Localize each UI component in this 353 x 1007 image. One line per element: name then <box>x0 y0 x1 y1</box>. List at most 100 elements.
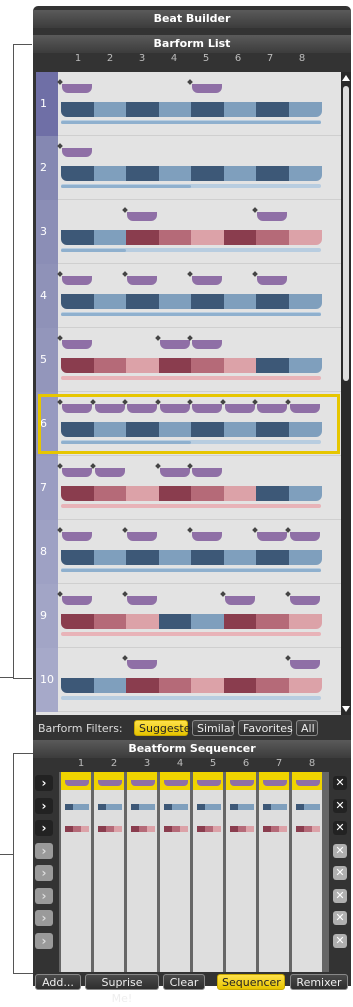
add-button[interactable]: Add... <box>35 974 81 990</box>
sequencer-column[interactable] <box>61 772 91 972</box>
barform-row[interactable] <box>36 72 344 136</box>
column-number: 8 <box>308 758 316 769</box>
barform-row[interactable] <box>36 456 344 520</box>
bar-cell <box>158 358 192 373</box>
bar-cell <box>126 358 159 373</box>
close-icon[interactable]: ✕ <box>333 911 347 925</box>
sequencer-column[interactable] <box>127 772 157 972</box>
bar-cell <box>158 166 192 181</box>
barform-scrollbar[interactable] <box>341 72 351 715</box>
chevron-right-icon[interactable]: › <box>35 775 53 791</box>
filter-similar-button[interactable]: Similar <box>192 720 235 736</box>
sequencer-grid[interactable]: › ✕ › ✕ › ✕ › ✕ › ✕ › ✕ › ✕ › ✕ <box>33 772 351 972</box>
beat-marker <box>192 532 222 541</box>
mini-bar-cell <box>230 803 238 810</box>
clear-button[interactable]: Clear <box>163 974 205 990</box>
column-number: 4 <box>170 53 178 64</box>
bar-cell <box>93 230 127 245</box>
mini-bar-cell <box>246 803 254 810</box>
barform-row[interactable] <box>36 648 344 712</box>
barform-row[interactable] <box>36 264 344 328</box>
mini-bar-cell <box>180 803 188 810</box>
beat-marker <box>62 340 92 349</box>
bar-cell <box>288 486 322 501</box>
remixer-mode-button[interactable]: Remixer <box>290 974 348 990</box>
barform-row[interactable] <box>36 584 344 648</box>
barform-row[interactable] <box>36 328 344 392</box>
bar-cell <box>256 486 289 501</box>
bar-cell <box>158 294 192 309</box>
close-icon[interactable]: ✕ <box>333 933 347 948</box>
close-icon[interactable]: ✕ <box>333 866 347 880</box>
surprise-me-button[interactable]: Suprise Me! <box>85 974 159 1005</box>
bar-cell <box>61 102 94 117</box>
filter-suggested-button[interactable]: Suggested <box>134 720 197 736</box>
mini-bar-cell <box>304 826 312 832</box>
close-icon[interactable]: ✕ <box>333 798 347 813</box>
barform-column-header: 1 2 3 4 5 6 7 8 <box>33 53 351 65</box>
column-number: 3 <box>143 758 151 769</box>
row-divider <box>58 711 344 712</box>
bar-cell <box>288 550 322 565</box>
bar-strip-highlight <box>61 185 191 188</box>
chevron-right-icon[interactable]: › <box>35 865 53 881</box>
bar-cell <box>191 166 224 181</box>
chevron-right-icon[interactable]: › <box>35 797 53 814</box>
bar-cell <box>191 230 224 245</box>
bar-cell <box>158 230 192 245</box>
chevron-right-icon[interactable]: › <box>35 932 53 949</box>
scroll-up-icon[interactable] <box>342 75 350 81</box>
mini-bar-cell <box>296 826 304 832</box>
close-icon[interactable]: ✕ <box>333 776 347 790</box>
chevron-right-icon[interactable]: › <box>35 842 53 859</box>
chevron-right-icon[interactable]: › <box>35 910 53 926</box>
beat-marker <box>192 84 222 93</box>
sequencer-column[interactable] <box>259 772 289 972</box>
sequencer-column[interactable] <box>160 772 190 972</box>
mini-bar-cell <box>106 803 114 810</box>
scroll-thumb[interactable] <box>343 86 349 381</box>
mini-bar-cell <box>213 826 221 832</box>
beat-marker <box>159 468 190 477</box>
mini-bar-cell <box>213 803 221 810</box>
sequencer-column[interactable] <box>94 772 124 972</box>
bar-cell <box>61 678 94 693</box>
barform-list-title: Barform List <box>33 35 351 53</box>
sequencer-column[interactable] <box>193 772 223 972</box>
bar-cell <box>93 550 127 565</box>
scroll-down-icon[interactable] <box>342 706 350 712</box>
column-number: 8 <box>298 53 306 64</box>
mini-bar-cell <box>164 826 172 832</box>
beat-marker <box>127 596 157 605</box>
sequencer-column[interactable] <box>292 772 322 972</box>
sequencer-column[interactable] <box>226 772 256 972</box>
filter-favorites-button[interactable]: Favorites <box>238 720 293 736</box>
bar-cell <box>126 678 159 693</box>
close-icon[interactable]: ✕ <box>333 888 347 903</box>
chevron-right-icon[interactable]: › <box>35 820 53 836</box>
beat-marker <box>289 532 320 541</box>
barform-row[interactable] <box>36 136 344 200</box>
bar-cell <box>93 614 127 629</box>
list-bracket-tick <box>0 677 13 678</box>
beat-marker <box>257 212 287 221</box>
barform-row[interactable] <box>36 520 344 584</box>
sequencer-mode-button[interactable]: Sequencer <box>217 974 285 990</box>
chevron-right-icon[interactable]: › <box>35 887 53 904</box>
mini-bar-cell <box>106 826 114 832</box>
bar-cell <box>223 358 257 373</box>
barform-row[interactable] <box>36 200 344 264</box>
beat-marker <box>62 468 92 477</box>
filter-all-button[interactable]: All <box>296 720 318 736</box>
bar-cell <box>61 486 94 501</box>
beat-marker <box>62 596 92 605</box>
close-icon[interactable]: ✕ <box>333 821 347 835</box>
bar-cell <box>223 294 257 309</box>
close-icon[interactable]: ✕ <box>333 843 347 858</box>
mini-bar-cell <box>114 826 122 832</box>
mini-bar-cell <box>172 803 180 810</box>
column-number: 6 <box>234 53 242 64</box>
bar-cell <box>61 230 94 245</box>
bar-cell <box>61 166 94 181</box>
barform-list[interactable]: 1 2 3 4 5 6 7 8 9 10 <box>36 72 344 715</box>
